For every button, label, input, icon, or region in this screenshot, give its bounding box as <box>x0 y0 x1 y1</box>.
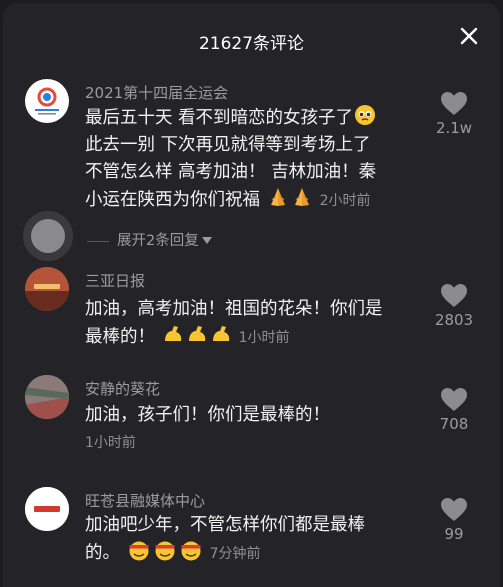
flexed-biceps-emoji <box>188 326 205 341</box>
media-center-avatar[interactable] <box>25 487 69 531</box>
comment-text: 最后五十天 看不到暗恋的女孩子了 此去一别 下次再见就得等到考场上了 不管怎么样… <box>85 104 425 215</box>
comment-line: 小运在陕西为你们祝福 <box>85 190 260 210</box>
flexed-biceps-emoji <box>164 326 181 341</box>
caret-down-icon <box>201 237 212 244</box>
like-button[interactable]: 708 <box>418 387 490 433</box>
like-button[interactable]: 2.1w <box>418 91 490 137</box>
like-count: 2803 <box>434 311 474 329</box>
comments-header: 21627条评论 <box>3 3 500 65</box>
comment-time: 1小时前 <box>238 330 290 346</box>
user-avatar[interactable] <box>25 375 69 419</box>
like-button[interactable]: 2803 <box>418 283 490 329</box>
comment-line: 的。 <box>85 543 120 563</box>
like-count: 99 <box>444 525 464 543</box>
heart-icon <box>441 284 467 307</box>
heart-icon <box>441 92 467 115</box>
sanya-daily-avatar[interactable] <box>25 267 69 311</box>
close-icon[interactable] <box>458 25 480 47</box>
comments-count-title: 21627条评论 <box>198 34 305 54</box>
expand-replies-button[interactable]: 展开2条回复 <box>87 229 212 250</box>
comment-author[interactable]: 2021第十四届全运会 <box>85 82 228 103</box>
comment-author[interactable]: 旺苍县融媒体中心 <box>85 490 205 511</box>
comment-time: 1小时前 <box>85 435 136 451</box>
comment-time: 7分钟前 <box>209 546 261 562</box>
comment-line: 加油，高考加油！祖国的花朵！你们是 <box>85 299 383 319</box>
games-logo-avatar[interactable] <box>25 79 69 123</box>
comment-line: 不管怎么样 高考加油！ 吉林加油！秦 <box>85 162 377 182</box>
heart-icon <box>441 498 467 521</box>
comments-panel: 21627条评论 2021第十四届全运会 最后五十天 看不到暗恋的女孩子了 此去… <box>3 3 500 587</box>
comment-line: 加油吧少年，不管怎样你们都是最棒 <box>85 515 365 535</box>
comment-line: 最后五十天 看不到暗恋的女孩子了 <box>85 108 354 128</box>
like-count: 708 <box>439 415 469 433</box>
comment-author[interactable]: 安静的葵花 <box>85 378 160 399</box>
headband-fighting-emoji <box>155 541 175 561</box>
comment-time: 2小时前 <box>319 193 371 209</box>
like-button[interactable]: 99 <box>418 497 490 543</box>
comment-line: 加油，孩子们！你们是最棒的！ <box>85 405 330 425</box>
floating-button[interactable] <box>23 211 73 261</box>
like-count: 2.1w <box>435 119 473 137</box>
headband-fighting-emoji <box>129 541 149 561</box>
comment-text: 加油，孩子们！你们是最棒的！ 1小时前 <box>85 402 425 457</box>
praying-hands-emoji <box>270 188 285 206</box>
comment-text: 加油吧少年，不管怎样你们都是最棒 的。 7分钟前 <box>85 512 425 568</box>
heart-icon <box>441 388 467 411</box>
flexed-biceps-emoji <box>212 326 229 341</box>
praying-hands-emoji <box>294 188 309 206</box>
headband-fighting-emoji <box>181 541 201 561</box>
comment-author[interactable]: 三亚日报 <box>85 270 145 291</box>
comment-line: 此去一别 下次再见就得等到考场上了 <box>85 135 371 155</box>
divider-line <box>87 240 109 242</box>
comment-line: 最棒的！ <box>85 327 155 347</box>
expand-replies-label: 展开2条回复 <box>117 233 199 249</box>
pleading-face-emoji <box>355 105 376 125</box>
comment-text: 加油，高考加油！祖国的花朵！你们是 最棒的！ 1小时前 <box>85 296 425 352</box>
